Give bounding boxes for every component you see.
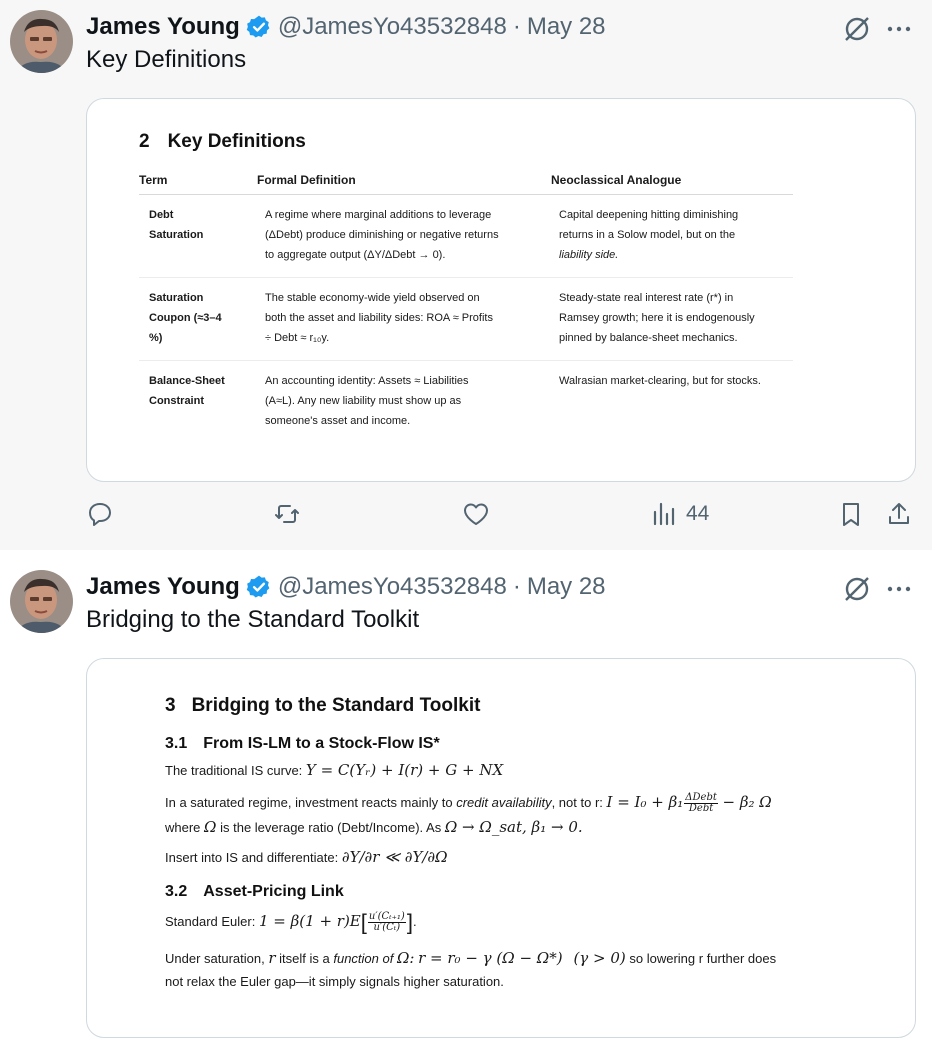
bookmark-icon <box>843 503 859 526</box>
table-row: Balance-Sheet Constraint An accounting id… <box>139 361 793 444</box>
doc-section-title: 2 Key Definitions <box>139 131 306 152</box>
formal-cell: The stable economy-wide yield observed o… <box>257 277 551 361</box>
share-button[interactable] <box>885 498 913 530</box>
views-icon <box>653 502 675 526</box>
more-icon[interactable] <box>884 574 914 604</box>
verified-badge-icon <box>246 15 270 38</box>
term-cell: Debt Saturation <box>139 194 257 278</box>
tweet-actions: 44 <box>86 496 914 534</box>
where-line: where Ω is the leverage ratio (Debt/Inco… <box>165 818 583 836</box>
grok-icon[interactable] <box>842 574 872 604</box>
doc-subsection-title: 3.1 From IS-LM to a Stock-Flow IS* <box>165 735 440 752</box>
analogue-cell: Steady-state real interest rate (r*) in R… <box>551 277 793 361</box>
doc-subsection-title: 3.2 Asset-Pricing Link <box>165 883 344 900</box>
formal-cell: A regime where marginal additions to lev… <box>257 194 551 278</box>
views-button[interactable]: 44 <box>650 498 709 530</box>
tweet-header: James Young @JamesYo43532848 · May 28 <box>86 10 606 44</box>
tweet-header: James Young @JamesYo43532848 · May 28 <box>86 570 606 604</box>
author-name[interactable]: James Young <box>86 13 240 41</box>
is-curve-line: The traditional IS curve: Y = C(Yᵣ) + I(… <box>165 761 504 779</box>
definitions-table: Term Formal Definition Neoclassical Anal… <box>139 171 793 443</box>
column-header: Formal Definition <box>257 171 551 195</box>
bookmark-button[interactable] <box>837 498 865 530</box>
avatar[interactable] <box>10 570 73 633</box>
tweet-date[interactable]: May 28 <box>527 573 606 601</box>
column-header: Neoclassical Analogue <box>551 171 793 195</box>
separator-dot: · <box>512 573 521 600</box>
avatar[interactable] <box>10 10 73 73</box>
share-icon <box>889 503 909 524</box>
attached-image[interactable]: 3 Bridging to the Standard Toolkit 3.1 Fro… <box>86 658 916 1038</box>
analogue-cell: Capital deepening hitting diminishing ret… <box>551 194 793 278</box>
saturation-line-2: not relax the Euler gap—it simply signal… <box>165 974 504 989</box>
term-cell: Saturation Coupon (≈3–4%) <box>139 277 257 361</box>
table-row: Saturation Coupon (≈3–4%) The stable econ… <box>139 277 793 361</box>
grok-icon[interactable] <box>842 14 872 44</box>
table-row: Debt Saturation A regime where marginal a… <box>139 194 793 278</box>
investment-line: In a saturated regime, investment reacts… <box>165 792 772 815</box>
author-name[interactable]: James Young <box>86 573 240 601</box>
separator-dot: · <box>512 13 521 40</box>
insert-line: Insert into IS and differentiate: ∂Y/∂r … <box>165 848 448 866</box>
like-button[interactable] <box>462 498 490 530</box>
like-icon <box>464 503 488 525</box>
reply-icon <box>89 503 111 526</box>
tweet-text: Bridging to the Standard Toolkit <box>86 606 420 633</box>
tweet-date[interactable]: May 28 <box>527 13 606 41</box>
attached-image[interactable]: 2 Key Definitions Term Formal Definition … <box>86 98 916 482</box>
reply-button[interactable] <box>86 498 114 530</box>
formal-cell: An accounting identity: Assets ≈ Liabili… <box>265 375 469 427</box>
euler-line: Standard Euler: 1 = β(1 + r)E[u′(Cₜ₊₁) u′… <box>165 909 417 935</box>
saturation-line: Under saturation, r itself is a function… <box>165 949 777 967</box>
author-handle[interactable]: @JamesYo43532848 <box>278 573 507 601</box>
analogue-cell: Walrasian market-clearing, but for stock… <box>559 375 761 387</box>
retweet-button[interactable] <box>273 498 301 530</box>
author-handle[interactable]: @JamesYo43532848 <box>278 13 507 41</box>
retweet-icon <box>275 505 299 523</box>
column-header: Term <box>139 171 257 195</box>
tweet[interactable]: James Young @JamesYo43532848 · May 28 Ke… <box>0 0 932 550</box>
tweet[interactable]: James Young @JamesYo43532848 · May 28 Br… <box>0 560 932 1054</box>
doc-section-title: 3 Bridging to the Standard Toolkit <box>165 695 481 716</box>
more-icon[interactable] <box>884 14 914 44</box>
views-count: 44 <box>686 502 710 525</box>
verified-badge-icon <box>246 575 270 598</box>
tweet-text: Key Definitions <box>86 46 247 73</box>
term-cell: Balance-Sheet Constraint <box>149 375 225 407</box>
